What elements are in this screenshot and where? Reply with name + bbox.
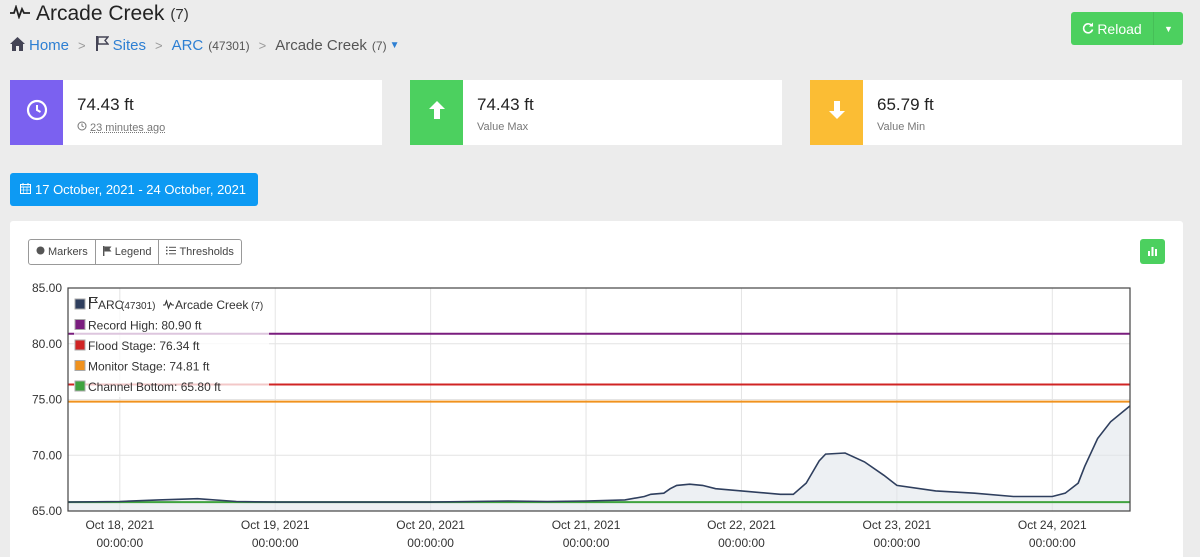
stat-icon-box xyxy=(410,80,463,145)
calendar-icon xyxy=(20,182,31,197)
breadcrumb-current[interactable]: Arcade Creek (7) ▼ xyxy=(275,37,399,54)
stat-label: Value Max xyxy=(477,121,529,133)
y-tick-label: 65.00 xyxy=(32,504,62,518)
breadcrumb-arc-label: ARC xyxy=(171,37,204,54)
legend-channel-bottom-label: Channel Bottom: 65.80 ft xyxy=(88,380,221,394)
y-tick-label: 70.00 xyxy=(32,448,62,462)
breadcrumb: Home > Sites > ARC (47301) > Arcade Cree… xyxy=(10,36,400,55)
caret-down-icon: ▼ xyxy=(1164,23,1173,34)
reload-dropdown-toggle[interactable]: ▼ xyxy=(1153,12,1183,45)
page-title: Arcade Creek (7) xyxy=(10,2,189,26)
x-tick-date: Oct 22, 2021 xyxy=(707,518,776,532)
stat-card-current: 74.43 ft 23 minutes ago xyxy=(10,80,382,145)
stat-time-ago: 23 minutes ago xyxy=(90,121,166,134)
y-tick-label: 75.00 xyxy=(32,393,62,407)
stat-icon-box xyxy=(810,80,863,145)
chevron-right-icon: > xyxy=(258,38,267,53)
x-tick-time: 00:00:00 xyxy=(718,536,765,550)
legend-monitor-stage-swatch xyxy=(74,360,86,371)
reload-button[interactable]: Reload xyxy=(1071,12,1153,45)
x-tick-time: 00:00:00 xyxy=(252,536,299,550)
x-tick-date: Oct 20, 2021 xyxy=(396,518,465,532)
arrow-up-icon xyxy=(428,100,446,125)
x-tick-time: 00:00:00 xyxy=(874,536,921,550)
legend-flood-stage-label: Flood Stage: 76.34 ft xyxy=(88,339,200,353)
x-tick-date: Oct 19, 2021 xyxy=(241,518,310,532)
legend-monitor-stage-label: Monitor Stage: 74.81 ft xyxy=(88,360,210,374)
stat-value: 65.79 ft xyxy=(877,95,934,114)
caret-down-icon: ▼ xyxy=(389,40,400,51)
stat-subtext: 23 minutes ago xyxy=(77,121,165,134)
legend-channel-bottom-swatch xyxy=(74,380,86,392)
breadcrumb-current-label: Arcade Creek xyxy=(275,37,367,54)
legend-series-site-id: (47301) xyxy=(121,301,155,312)
breadcrumb-current-count: (7) xyxy=(371,38,387,53)
x-tick-time: 00:00:00 xyxy=(563,536,610,550)
series-line xyxy=(67,405,1131,503)
stat-value: 74.43 ft xyxy=(77,95,134,114)
legend-flood-stage-swatch xyxy=(74,339,86,351)
water-level-chart: 85.00 80.00 75.00 70.00 65.00 Oct 18, 2021 00:… xyxy=(32,281,1131,550)
page-title-text: Arcade Creek xyxy=(36,2,165,25)
refresh-icon xyxy=(1082,21,1094,37)
stat-label: Value Min xyxy=(877,121,926,133)
stat-icon-box xyxy=(10,80,63,145)
date-range-button[interactable]: 17 October, 2021 - 24 October, 2021 xyxy=(10,173,258,206)
x-tick-time: 00:00:00 xyxy=(96,536,143,550)
breadcrumb-home-label: Home xyxy=(29,37,70,54)
breadcrumb-home[interactable]: Home xyxy=(10,36,70,55)
x-tick-date: Oct 21, 2021 xyxy=(552,518,621,532)
breadcrumb-sites-label: Sites xyxy=(112,37,146,54)
legend-series-site: ARC xyxy=(98,298,124,312)
breadcrumb-sites[interactable]: Sites xyxy=(95,36,146,55)
legend-record-high-swatch xyxy=(74,319,86,330)
y-tick-label: 80.00 xyxy=(32,337,62,351)
legend-record-high-label: Record High: 80.90 ft xyxy=(88,319,202,333)
series-area xyxy=(68,405,1130,511)
chevron-right-icon: > xyxy=(154,38,163,53)
stat-value: 74.43 ft xyxy=(477,95,534,114)
legend-swatch-series xyxy=(74,298,86,310)
flag-icon xyxy=(95,36,110,55)
x-tick-date: Oct 18, 2021 xyxy=(85,518,154,532)
x-tick-date: Oct 23, 2021 xyxy=(863,518,932,532)
stat-card-max: 74.43 ft Value Max xyxy=(410,80,782,145)
legend-series-name: Arcade Creek xyxy=(175,298,249,312)
breadcrumb-arc[interactable]: ARC (47301) xyxy=(172,37,250,54)
clock-icon xyxy=(26,99,48,126)
chart-card: Markers Legend Thresholds 85.00 80.00 75.0… xyxy=(10,221,1183,557)
arrow-down-icon xyxy=(828,100,846,125)
stat-card-min: 65.79 ft Value Min xyxy=(810,80,1182,145)
page-title-count: (7) xyxy=(170,5,189,23)
chevron-right-icon: > xyxy=(78,38,86,53)
date-range-label: 17 October, 2021 - 24 October, 2021 xyxy=(35,182,247,197)
y-tick-label: 85.00 xyxy=(32,281,62,295)
legend-series-count: (7) xyxy=(251,301,263,312)
home-icon xyxy=(10,36,25,55)
x-tick-time: 00:00:00 xyxy=(407,536,454,550)
chart-legend[interactable]: ARC(47301) Arcade Creek (7) Record High: 80… xyxy=(74,297,269,397)
clock-small-icon xyxy=(77,121,87,134)
breadcrumb-arc-id: (47301) xyxy=(208,38,250,53)
reload-button-group: Reload ▼ xyxy=(1071,12,1183,45)
pulse-icon xyxy=(10,4,30,24)
x-tick-time: 00:00:00 xyxy=(1029,536,1076,550)
x-tick-date: Oct 24, 2021 xyxy=(1018,518,1087,532)
reload-label: Reload xyxy=(1097,20,1142,37)
